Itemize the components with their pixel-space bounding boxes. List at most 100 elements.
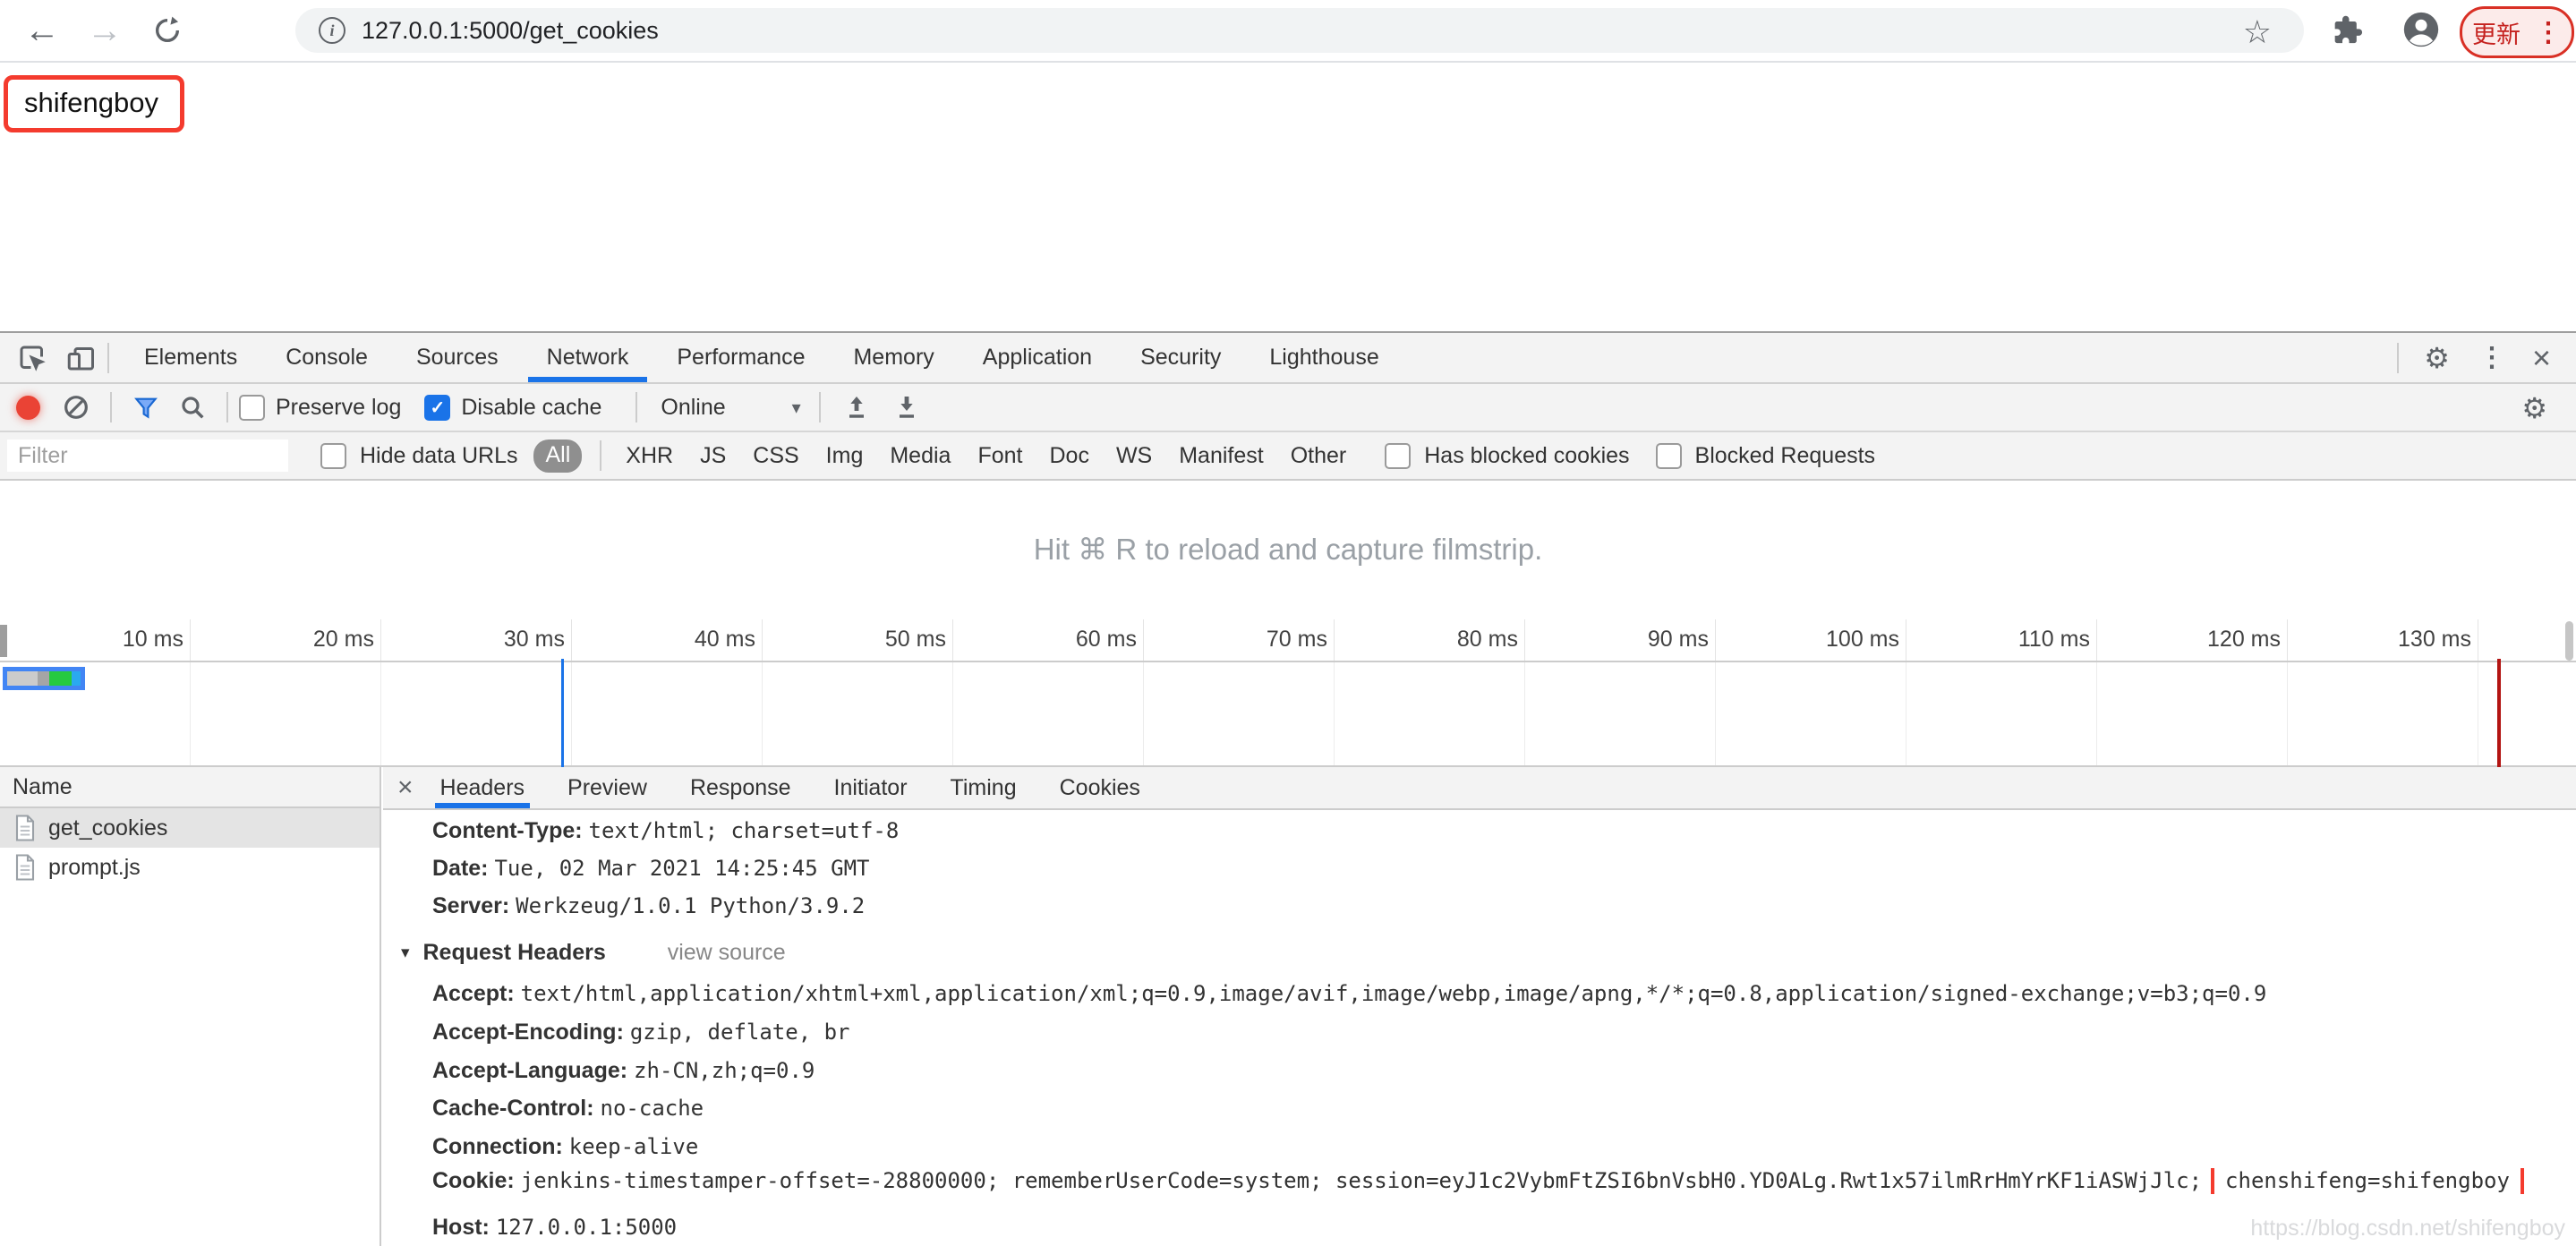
tab-memory[interactable]: Memory [829, 333, 958, 382]
page-highlighted-text: shifengboy [4, 75, 184, 132]
header-name: Connection: [432, 1134, 563, 1159]
filter-type-js[interactable]: JS [700, 443, 726, 469]
filter-type-font[interactable]: Font [977, 443, 1022, 469]
request-name: prompt.js [48, 854, 141, 880]
tab-application[interactable]: Application [959, 333, 1116, 382]
record-icon[interactable] [16, 395, 40, 420]
tab-preview[interactable]: Preview [567, 767, 647, 808]
tab-performance[interactable]: Performance [653, 333, 829, 382]
waterfall-track[interactable] [0, 662, 2576, 767]
back-icon[interactable]: ← [20, 0, 64, 61]
filter-type-all[interactable]: All [533, 439, 583, 473]
cookie-value-prefix: jenkins-timestamper-offset=-28800000; re… [520, 1168, 2203, 1193]
profile-avatar-icon[interactable] [2401, 9, 2442, 50]
hide-data-urls-checkbox[interactable] [320, 442, 346, 469]
tab-elements[interactable]: Elements [120, 333, 261, 382]
tab-network[interactable]: Network [523, 333, 653, 382]
cookie-highlight-annotation: chenshifeng=shifengboy [2211, 1168, 2524, 1194]
ruler-tick: 60 ms [1075, 627, 1137, 652]
search-icon[interactable] [178, 393, 207, 422]
details-close-icon[interactable]: × [397, 772, 414, 803]
blocked-requests-label[interactable]: Blocked Requests [1695, 443, 1876, 469]
header-value: text/html; charset=utf-8 [588, 818, 900, 843]
tab-timing[interactable]: Timing [951, 767, 1017, 808]
devtools-menu-icon[interactable]: ⋮ [2464, 342, 2520, 373]
disable-cache-checkbox[interactable]: ✓ [424, 394, 451, 421]
view-source-link[interactable]: view source [668, 940, 786, 965]
blocked-requests-checkbox[interactable] [1655, 442, 1682, 469]
reload-icon[interactable] [145, 0, 190, 61]
disclosure-triangle-icon[interactable]: ▾ [401, 943, 410, 962]
tab-initiator[interactable]: Initiator [834, 767, 908, 808]
has-blocked-cookies-checkbox[interactable] [1385, 442, 1412, 469]
load-event-line [2497, 659, 2501, 767]
ruler-tick: 130 ms [2398, 627, 2471, 652]
throttling-dropdown[interactable]: Online ▾ [661, 395, 800, 421]
tab-response[interactable]: Response [690, 767, 791, 808]
timeline-ruler[interactable]: 10 ms 20 ms 30 ms 40 ms 50 ms 60 ms 70 m… [0, 619, 2576, 662]
request-name: get_cookies [48, 815, 168, 841]
tab-console[interactable]: Console [261, 333, 392, 382]
request-header-row: Connection: keep-alive [432, 1134, 2567, 1160]
filter-type-css[interactable]: CSS [753, 443, 798, 469]
divider [818, 392, 821, 422]
forward-icon[interactable]: → [82, 0, 127, 61]
tab-cookies[interactable]: Cookies [1060, 767, 1140, 808]
divider [635, 392, 638, 422]
tab-headers[interactable]: Headers [434, 767, 530, 808]
update-button[interactable]: 更新 ⋮ [2460, 6, 2574, 58]
extensions-icon[interactable] [2329, 13, 2365, 48]
document-icon [14, 854, 36, 881]
devtools-tabbar: Elements Console Sources Network Perform… [0, 333, 2576, 384]
request-header-row: Accept-Language: zh-CN,zh;q=0.9 [432, 1058, 2567, 1084]
network-settings-icon[interactable]: ⚙ [2507, 391, 2562, 425]
network-toolbar: Preserve log ✓ Disable cache Online ▾ ⚙ [0, 384, 2576, 432]
request-list-header[interactable]: Name [0, 767, 380, 808]
filter-type-doc[interactable]: Doc [1049, 443, 1088, 469]
address-bar[interactable]: i 127.0.0.1:5000/get_cookies ☆ [295, 8, 2304, 53]
filter-icon[interactable] [132, 393, 160, 422]
screen: ← → i 127.0.0.1:5000/get_cookies ☆ 更新 ⋮ … [0, 0, 2576, 1246]
waterfall-segment-ttfb [49, 671, 72, 686]
filter-type-media[interactable]: Media [890, 443, 951, 469]
tab-sources[interactable]: Sources [392, 333, 523, 382]
url-text[interactable]: 127.0.0.1:5000/get_cookies [362, 17, 659, 45]
filter-type-ws[interactable]: WS [1116, 443, 1152, 469]
import-har-icon[interactable] [842, 393, 871, 422]
bookmark-star-icon[interactable]: ☆ [2243, 13, 2272, 51]
preserve-log-label[interactable]: Preserve log [276, 395, 401, 421]
header-name: Accept-Language: [432, 1058, 628, 1083]
filter-input[interactable] [7, 440, 288, 472]
export-har-icon[interactable] [892, 393, 921, 422]
browser-toolbar: ← → i 127.0.0.1:5000/get_cookies ☆ 更新 ⋮ [0, 0, 2576, 63]
scrollbar-thumb[interactable] [2565, 621, 2573, 661]
site-info-icon[interactable]: i [319, 17, 345, 44]
request-row-prompt-js[interactable]: prompt.js [0, 848, 380, 887]
tab-lighthouse[interactable]: Lighthouse [1245, 333, 1403, 382]
tab-security[interactable]: Security [1116, 333, 1245, 382]
disable-cache-label[interactable]: Disable cache [461, 395, 601, 421]
header-value: zh-CN,zh;q=0.9 [634, 1058, 815, 1083]
host-header-row: Host: 127.0.0.1:5000 [432, 1215, 2567, 1241]
device-toolbar-icon[interactable] [64, 342, 97, 374]
devtools-close-icon[interactable]: × [2520, 339, 2563, 377]
request-headers-section[interactable]: ▾ Request Headers view source [401, 940, 786, 966]
waterfall-overview-bar[interactable] [3, 667, 85, 690]
filter-type-other[interactable]: Other [1291, 443, 1347, 469]
has-blocked-cookies-label[interactable]: Has blocked cookies [1424, 443, 1629, 469]
ruler-tick: 110 ms [2017, 627, 2090, 652]
devtools-settings-icon[interactable]: ⚙ [2410, 341, 2464, 375]
preserve-log-checkbox[interactable] [239, 394, 265, 421]
ruler-tick: 70 ms [1266, 627, 1327, 652]
inspect-element-icon[interactable] [16, 342, 48, 374]
response-header-row: Server: Werkzeug/1.0.1 Python/3.9.2 [432, 893, 2567, 919]
clear-icon[interactable] [62, 393, 90, 422]
request-list-panel: Name get_cookies prompt.js [0, 767, 381, 1246]
filter-type-manifest[interactable]: Manifest [1179, 443, 1263, 469]
browser-menu-icon[interactable]: ⋮ [2535, 17, 2562, 48]
header-name: Cache-Control: [432, 1096, 594, 1121]
request-row-get-cookies[interactable]: get_cookies [0, 808, 380, 848]
hide-data-urls-label[interactable]: Hide data URLs [360, 443, 517, 469]
filter-type-xhr[interactable]: XHR [626, 443, 673, 469]
filter-type-img[interactable]: Img [826, 443, 864, 469]
